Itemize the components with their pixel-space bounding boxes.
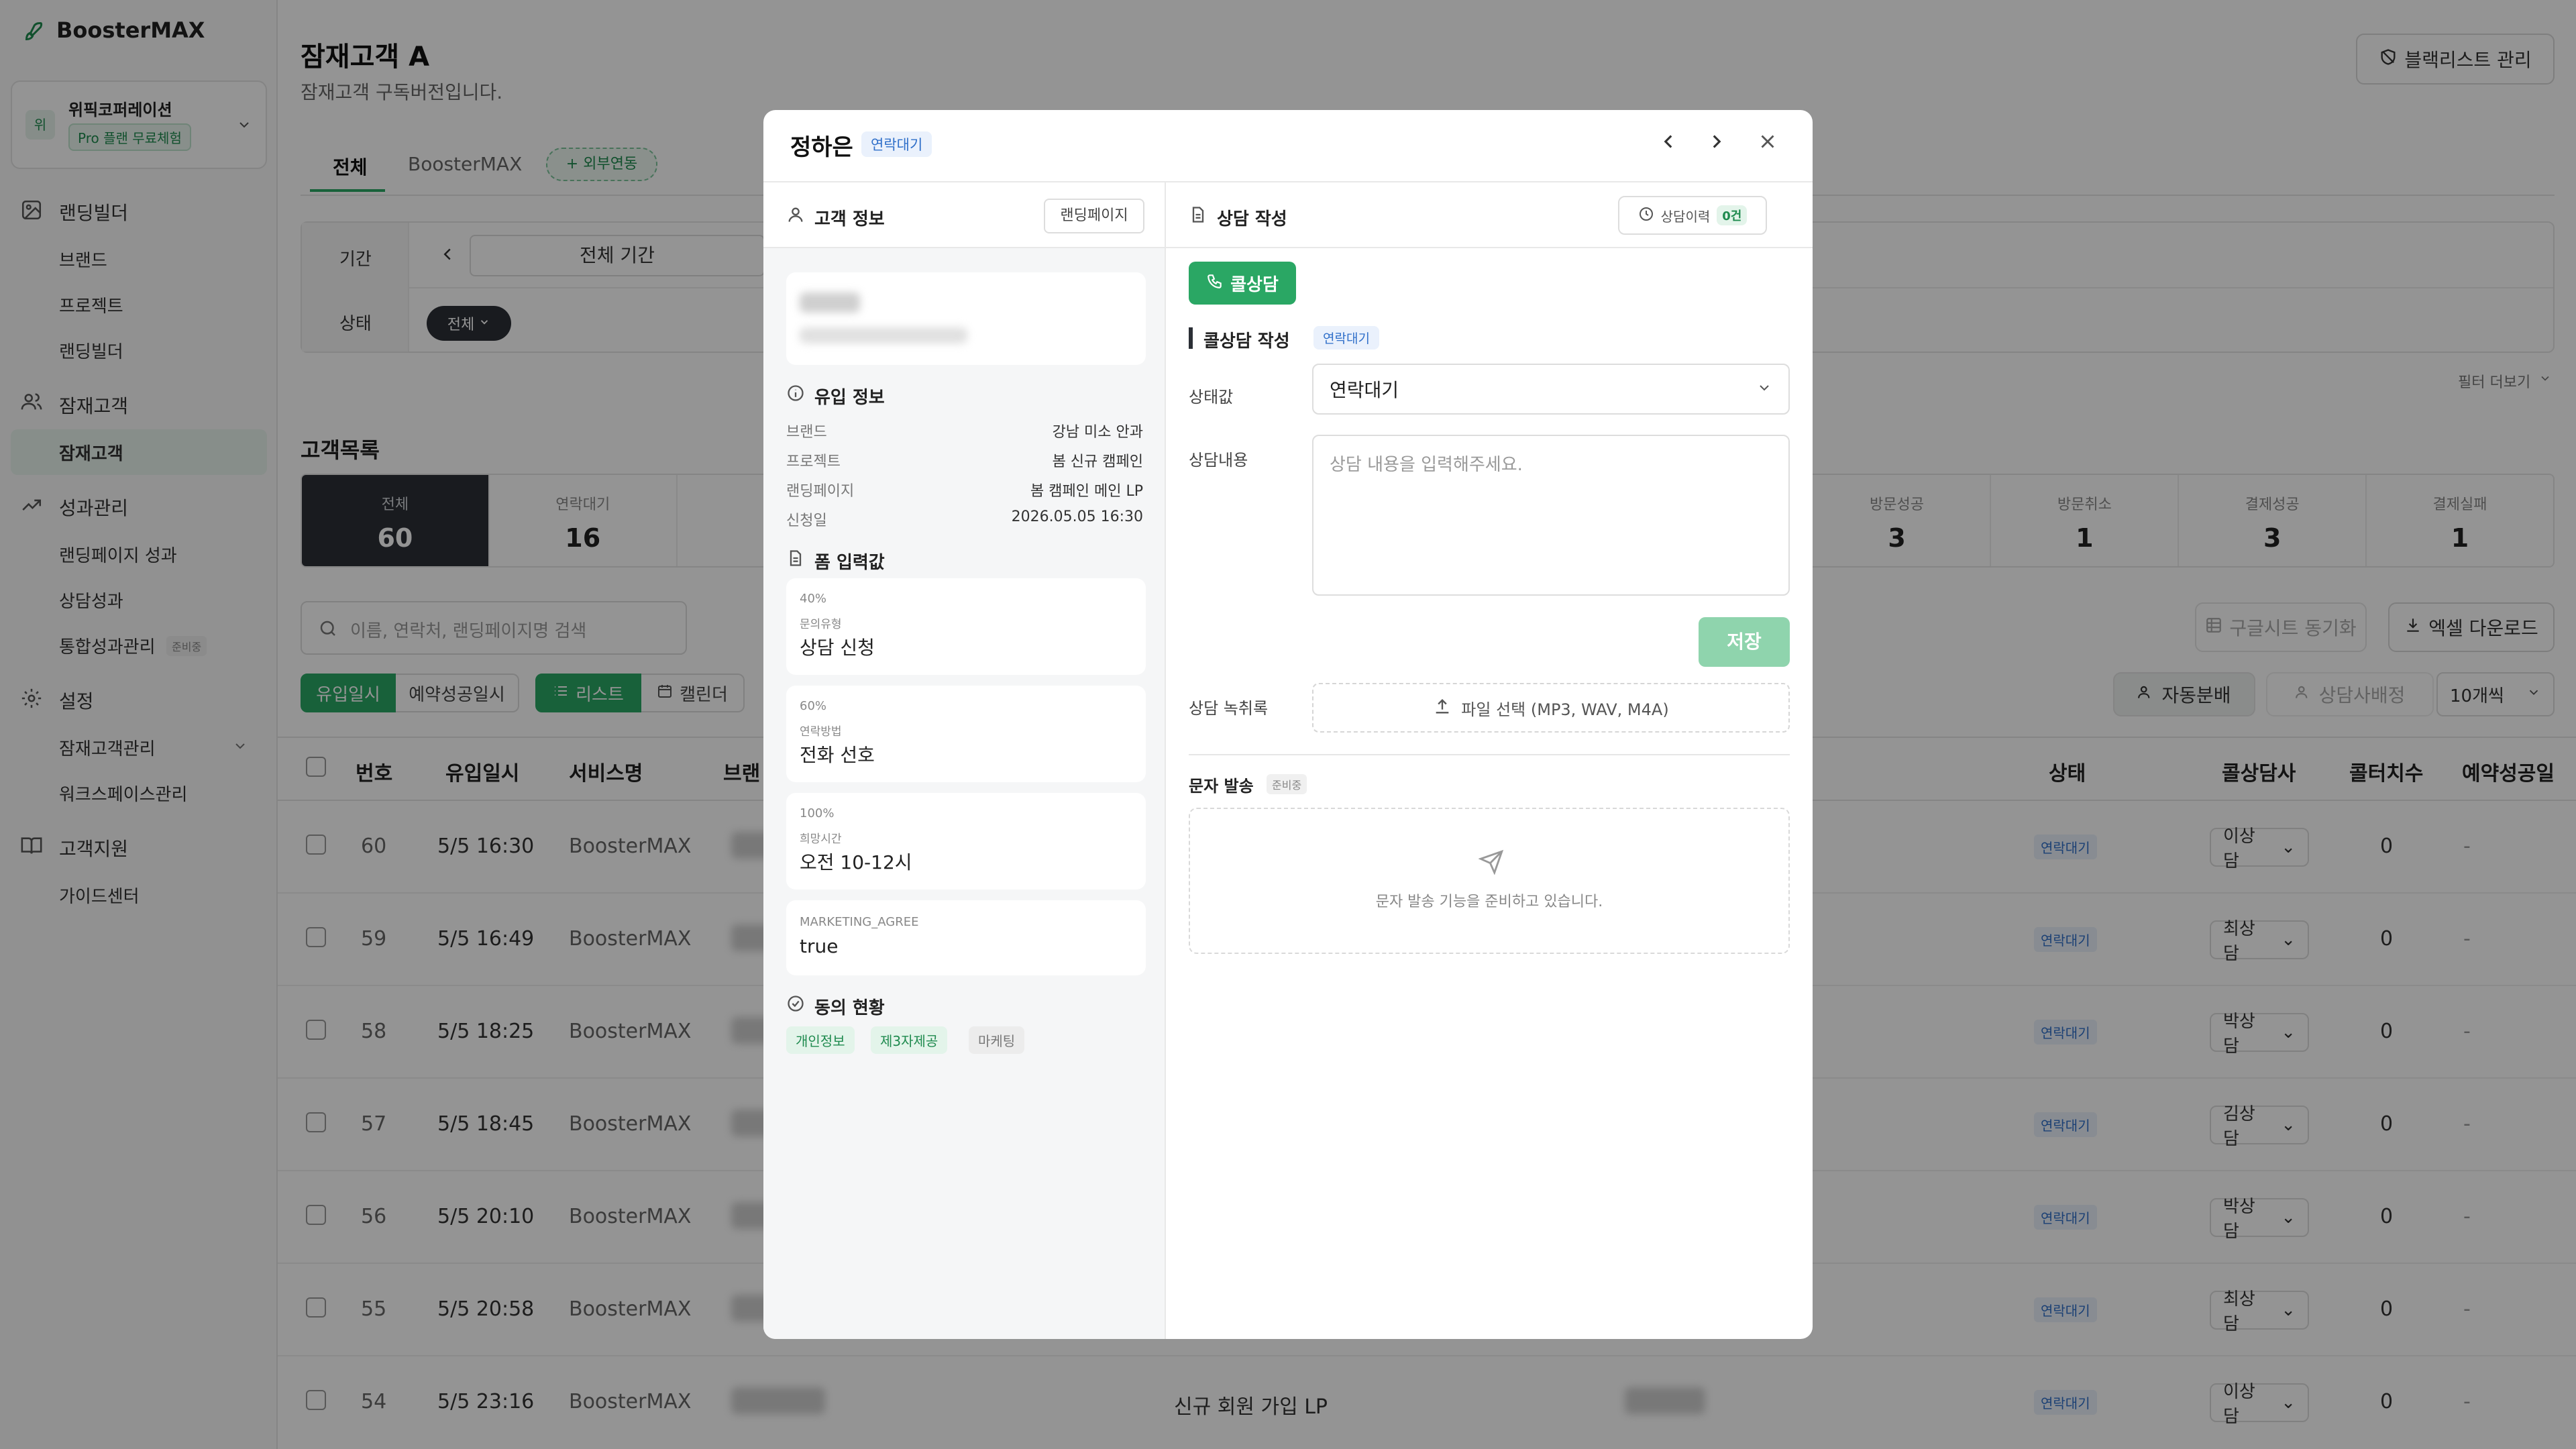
sms-title: 문자 발송 bbox=[1189, 777, 1254, 796]
file-icon bbox=[1189, 205, 1208, 224]
blurred-name bbox=[800, 292, 860, 313]
landing-page-button[interactable]: 랜딩페이지 bbox=[1044, 199, 1144, 233]
upload-icon bbox=[1433, 697, 1452, 718]
consult-history-button[interactable]: 상담이력 0건 bbox=[1618, 196, 1767, 235]
form-field-card: 60% 연락방법 전화 선호 bbox=[786, 686, 1146, 782]
recording-label: 상담 녹취록 bbox=[1189, 699, 1269, 718]
file-upload-button[interactable]: 파일 선택 (MP3, WAV, M4A) bbox=[1312, 683, 1790, 733]
inflow-value-date: 2026.05.05 16:30 bbox=[1011, 508, 1143, 525]
blurred-phone bbox=[800, 327, 967, 343]
chevron-down-icon bbox=[1756, 380, 1772, 398]
consult-content-textarea[interactable]: 상담 내용을 입력해주세요. bbox=[1312, 435, 1790, 596]
inflow-key-brand: 브랜드 bbox=[786, 424, 827, 441]
close-icon[interactable] bbox=[1756, 130, 1779, 153]
form-field-card: 40% 문의유형 상담 신청 bbox=[786, 578, 1146, 675]
inflow-value-landing: 봄 캠페인 메인 LP bbox=[1030, 483, 1143, 500]
content-label: 상담내용 bbox=[1189, 451, 1248, 470]
lead-detail-modal: 정하은 연락대기 고객 정보 랜딩페이지 유입 정보 브랜드 강남 미소 안과 … bbox=[763, 110, 1813, 1339]
history-count-badge: 0건 bbox=[1717, 205, 1748, 225]
inflow-key-date: 신청일 bbox=[786, 513, 827, 529]
form-field-card: 100% 희망시간 오전 10-12시 bbox=[786, 793, 1146, 890]
inflow-value-project: 봄 신규 캠페인 bbox=[1052, 453, 1143, 470]
call-status-badge: 연락대기 bbox=[1313, 326, 1379, 350]
consent-title: 동의 현황 bbox=[814, 998, 885, 1018]
chevron-left-icon[interactable] bbox=[1657, 130, 1680, 153]
save-button[interactable]: 저장 bbox=[1699, 617, 1790, 667]
inflow-value-brand: 강남 미소 안과 bbox=[1052, 424, 1143, 441]
status-select[interactable]: 연락대기 bbox=[1312, 364, 1790, 415]
form-values-title: 폼 입력값 bbox=[814, 553, 885, 573]
sms-coming-soon-badge: 준비중 bbox=[1267, 774, 1307, 794]
check-circle-icon bbox=[786, 994, 805, 1013]
inflow-info-title: 유입 정보 bbox=[814, 388, 885, 408]
lead-status-badge: 연락대기 bbox=[861, 131, 932, 157]
info-icon bbox=[786, 384, 805, 402]
form-field-card: MARKETING_AGREE true bbox=[786, 900, 1146, 975]
sms-message: 문자 발송 기능을 준비하고 있습니다. bbox=[1375, 894, 1603, 910]
customer-info-title: 고객 정보 bbox=[814, 209, 885, 229]
consent-badge-marketing: 마케팅 bbox=[969, 1026, 1025, 1054]
call-write-title: 콜상담 작성 bbox=[1203, 331, 1290, 352]
customer-info-panel: 고객 정보 랜딩페이지 유입 정보 브랜드 강남 미소 안과 프로젝트 봄 신규… bbox=[763, 181, 1166, 1339]
call-consult-button[interactable]: 콜상담 bbox=[1189, 262, 1296, 305]
lead-name: 정하은 bbox=[790, 134, 853, 161]
sms-placeholder-area: 문자 발송 기능을 준비하고 있습니다. bbox=[1189, 808, 1790, 954]
send-icon bbox=[1479, 849, 1504, 875]
status-value-label: 상태값 bbox=[1189, 388, 1234, 407]
consent-badge-third-party: 제3자제공 bbox=[871, 1026, 948, 1054]
consult-title: 상담 작성 bbox=[1217, 209, 1287, 229]
user-icon bbox=[786, 205, 805, 224]
consent-badge-privacy: 개인정보 bbox=[786, 1026, 855, 1054]
phone-icon bbox=[1206, 272, 1224, 294]
chevron-right-icon[interactable] bbox=[1705, 130, 1728, 153]
customer-contact-card bbox=[786, 272, 1146, 365]
inflow-key-landing: 랜딩페이지 bbox=[786, 483, 855, 500]
consult-panel: 상담 작성 상담이력 0건 콜상담 콜상담 작성 연락대기 상태값 연락대기 상… bbox=[1166, 181, 1813, 1339]
inflow-key-project: 프로젝트 bbox=[786, 453, 841, 470]
file-icon bbox=[786, 549, 805, 568]
clock-icon bbox=[1638, 206, 1654, 225]
